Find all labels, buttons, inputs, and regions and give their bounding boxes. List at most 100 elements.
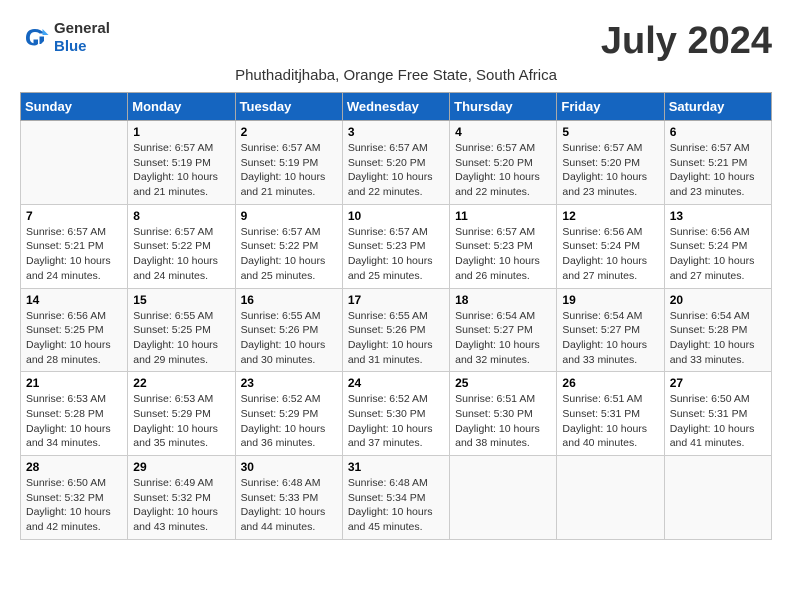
day-number: 4	[455, 125, 551, 139]
day-number: 22	[133, 376, 229, 390]
calendar-cell: 14Sunrise: 6:56 AMSunset: 5:25 PMDayligh…	[21, 288, 128, 372]
calendar-cell: 30 Sunrise: 6:48 AMSunset: 5:33 PMDayligh…	[235, 456, 342, 540]
day-number: 2	[241, 125, 337, 139]
calendar-cell: 12 Sunrise: 6:56 AMSunset: 5:24 PMDayligh…	[557, 204, 664, 288]
day-number: 14	[26, 293, 122, 307]
col-header-tuesday: Tuesday	[235, 93, 342, 121]
day-info: Sunrise: 6:57 AMSunset: 5:23 PMDaylight:…	[455, 226, 540, 282]
day-number: 12	[562, 209, 658, 223]
day-info: Sunrise: 6:57 AMSunset: 5:23 PMDaylight:…	[348, 226, 433, 282]
day-info: Sunrise: 6:57 AMSunset: 5:20 PMDaylight:…	[562, 142, 647, 198]
day-number: 17	[348, 293, 444, 307]
calendar-week-4: 21Sunrise: 6:53 AMSunset: 5:28 PMDayligh…	[21, 372, 772, 456]
calendar-week-1: 1 Sunrise: 6:57 AMSunset: 5:19 PMDaylight…	[21, 121, 772, 205]
calendar-cell: 25 Sunrise: 6:51 AMSunset: 5:30 PMDayligh…	[450, 372, 557, 456]
calendar-cell: 27 Sunrise: 6:50 AMSunset: 5:31 PMDayligh…	[664, 372, 771, 456]
calendar-cell	[450, 456, 557, 540]
day-number: 23	[241, 376, 337, 390]
col-header-thursday: Thursday	[450, 93, 557, 121]
day-number: 27	[670, 376, 766, 390]
calendar-cell: 24 Sunrise: 6:52 AMSunset: 5:30 PMDayligh…	[342, 372, 449, 456]
day-info: Sunrise: 6:48 AMSunset: 5:33 PMDaylight:…	[241, 477, 326, 533]
col-header-sunday: Sunday	[21, 93, 128, 121]
calendar-cell: 23 Sunrise: 6:52 AMSunset: 5:29 PMDayligh…	[235, 372, 342, 456]
day-number: 31	[348, 460, 444, 474]
calendar-cell: 22 Sunrise: 6:53 AMSunset: 5:29 PMDayligh…	[128, 372, 235, 456]
page-title: July 2024	[601, 20, 772, 63]
day-number: 18	[455, 293, 551, 307]
calendar-cell: 21Sunrise: 6:53 AMSunset: 5:28 PMDayligh…	[21, 372, 128, 456]
day-info: Sunrise: 6:51 AMSunset: 5:30 PMDaylight:…	[455, 393, 540, 449]
day-info: Sunrise: 6:56 AMSunset: 5:24 PMDaylight:…	[562, 226, 647, 282]
calendar-cell: 29Sunrise: 6:49 AMSunset: 5:32 PMDayligh…	[128, 456, 235, 540]
day-number: 20	[670, 293, 766, 307]
day-info: Sunrise: 6:54 AMSunset: 5:28 PMDaylight:…	[670, 310, 755, 366]
calendar-cell: 16 Sunrise: 6:55 AMSunset: 5:26 PMDayligh…	[235, 288, 342, 372]
day-info: Sunrise: 6:54 AMSunset: 5:27 PMDaylight:…	[562, 310, 647, 366]
day-info: Sunrise: 6:51 AMSunset: 5:31 PMDaylight:…	[562, 393, 647, 449]
day-info: Sunrise: 6:56 AMSunset: 5:24 PMDaylight:…	[670, 226, 755, 282]
day-info: Sunrise: 6:50 AMSunset: 5:32 PMDaylight:…	[26, 477, 111, 533]
col-header-monday: Monday	[128, 93, 235, 121]
day-info: Sunrise: 6:52 AMSunset: 5:29 PMDaylight:…	[241, 393, 326, 449]
calendar-week-5: 28Sunrise: 6:50 AMSunset: 5:32 PMDayligh…	[21, 456, 772, 540]
day-info: Sunrise: 6:49 AMSunset: 5:32 PMDaylight:…	[133, 477, 218, 533]
day-info: Sunrise: 6:52 AMSunset: 5:30 PMDaylight:…	[348, 393, 433, 449]
calendar-cell: 19Sunrise: 6:54 AMSunset: 5:27 PMDayligh…	[557, 288, 664, 372]
calendar-cell: 9 Sunrise: 6:57 AMSunset: 5:22 PMDaylight…	[235, 204, 342, 288]
day-info: Sunrise: 6:57 AMSunset: 5:21 PMDaylight:…	[26, 226, 111, 282]
calendar-cell	[557, 456, 664, 540]
day-number: 3	[348, 125, 444, 139]
calendar-cell: 11Sunrise: 6:57 AMSunset: 5:23 PMDayligh…	[450, 204, 557, 288]
calendar-cell	[664, 456, 771, 540]
calendar-cell: 31 Sunrise: 6:48 AMSunset: 5:34 PMDayligh…	[342, 456, 449, 540]
calendar-cell: 13 Sunrise: 6:56 AMSunset: 5:24 PMDayligh…	[664, 204, 771, 288]
day-number: 10	[348, 209, 444, 223]
calendar-cell: 7 Sunrise: 6:57 AMSunset: 5:21 PMDaylight…	[21, 204, 128, 288]
calendar-cell: 8 Sunrise: 6:57 AMSunset: 5:22 PMDaylight…	[128, 204, 235, 288]
day-number: 9	[241, 209, 337, 223]
day-info: Sunrise: 6:57 AMSunset: 5:22 PMDaylight:…	[241, 226, 326, 282]
calendar-cell: 1 Sunrise: 6:57 AMSunset: 5:19 PMDaylight…	[128, 121, 235, 205]
day-info: Sunrise: 6:55 AMSunset: 5:26 PMDaylight:…	[241, 310, 326, 366]
logo-text-blue: Blue	[54, 38, 87, 55]
day-info: Sunrise: 6:57 AMSunset: 5:20 PMDaylight:…	[348, 142, 433, 198]
day-info: Sunrise: 6:57 AMSunset: 5:20 PMDaylight:…	[455, 142, 540, 198]
day-number: 6	[670, 125, 766, 139]
logo: General Blue	[20, 20, 110, 56]
day-info: Sunrise: 6:54 AMSunset: 5:27 PMDaylight:…	[455, 310, 540, 366]
calendar-cell: 2Sunrise: 6:57 AMSunset: 5:19 PMDaylight…	[235, 121, 342, 205]
day-number: 25	[455, 376, 551, 390]
col-header-saturday: Saturday	[664, 93, 771, 121]
calendar-cell: 10 Sunrise: 6:57 AMSunset: 5:23 PMDayligh…	[342, 204, 449, 288]
calendar-table: SundayMondayTuesdayWednesdayThursdayFrid…	[20, 92, 772, 540]
day-number: 7	[26, 209, 122, 223]
calendar-cell: 4 Sunrise: 6:57 AMSunset: 5:20 PMDaylight…	[450, 121, 557, 205]
day-info: Sunrise: 6:55 AMSunset: 5:25 PMDaylight:…	[133, 310, 218, 366]
logo-icon	[20, 23, 50, 53]
day-number: 1	[133, 125, 229, 139]
calendar-cell: 3 Sunrise: 6:57 AMSunset: 5:20 PMDaylight…	[342, 121, 449, 205]
day-number: 30	[241, 460, 337, 474]
day-number: 21	[26, 376, 122, 390]
calendar-cell	[21, 121, 128, 205]
day-number: 8	[133, 209, 229, 223]
day-number: 16	[241, 293, 337, 307]
page-header: General Blue July 2024	[20, 20, 772, 63]
calendar-cell: 18 Sunrise: 6:54 AMSunset: 5:27 PMDayligh…	[450, 288, 557, 372]
day-info: Sunrise: 6:55 AMSunset: 5:26 PMDaylight:…	[348, 310, 433, 366]
calendar-cell: 17 Sunrise: 6:55 AMSunset: 5:26 PMDayligh…	[342, 288, 449, 372]
calendar-week-2: 7 Sunrise: 6:57 AMSunset: 5:21 PMDaylight…	[21, 204, 772, 288]
day-number: 24	[348, 376, 444, 390]
col-header-friday: Friday	[557, 93, 664, 121]
day-info: Sunrise: 6:57 AMSunset: 5:21 PMDaylight:…	[670, 142, 755, 198]
day-info: Sunrise: 6:57 AMSunset: 5:22 PMDaylight:…	[133, 226, 218, 282]
day-number: 13	[670, 209, 766, 223]
day-info: Sunrise: 6:53 AMSunset: 5:29 PMDaylight:…	[133, 393, 218, 449]
day-info: Sunrise: 6:48 AMSunset: 5:34 PMDaylight:…	[348, 477, 433, 533]
day-number: 5	[562, 125, 658, 139]
day-info: Sunrise: 6:50 AMSunset: 5:31 PMDaylight:…	[670, 393, 755, 449]
calendar-cell: 20 Sunrise: 6:54 AMSunset: 5:28 PMDayligh…	[664, 288, 771, 372]
day-info: Sunrise: 6:57 AMSunset: 5:19 PMDaylight:…	[133, 142, 218, 198]
calendar-header-row: SundayMondayTuesdayWednesdayThursdayFrid…	[21, 93, 772, 121]
